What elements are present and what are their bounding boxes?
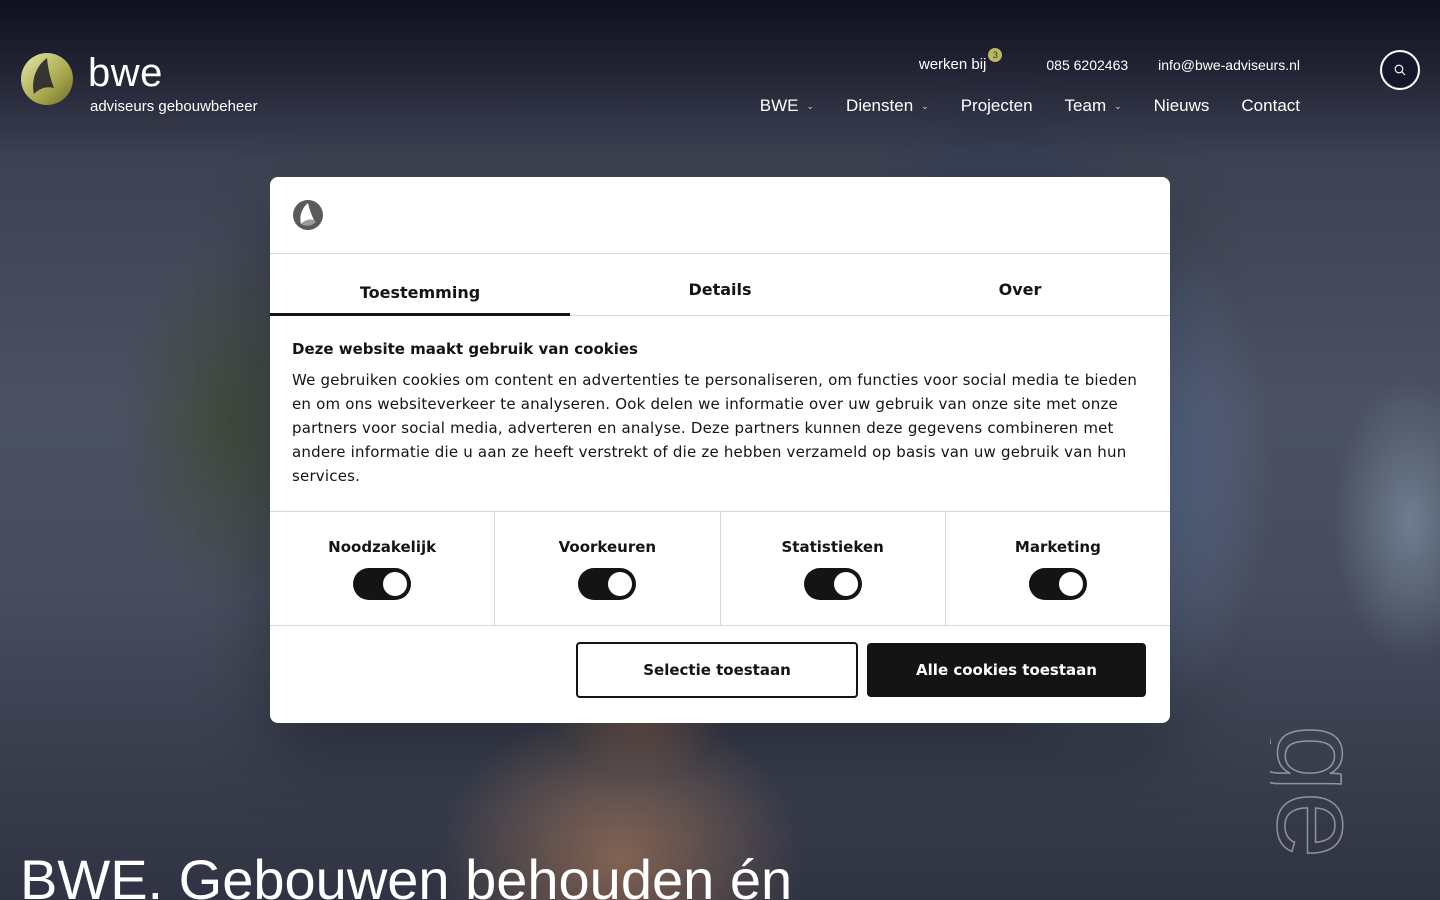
toggle-label: Marketing — [1014, 538, 1101, 556]
hero-vertical-text: ge — [1270, 720, 1420, 900]
dialog-tabs: Toestemming Details Over — [270, 254, 1170, 316]
logo-mark-icon — [21, 53, 73, 105]
toggle-knob — [383, 572, 408, 596]
toggle-knob — [608, 572, 633, 596]
dialog-body: Deze website maakt gebruik van cookies W… — [270, 316, 1170, 512]
tab-over[interactable]: Over — [870, 254, 1170, 315]
nav-item-label: Diensten — [846, 96, 914, 115]
brand-name: bwe — [88, 51, 163, 95]
toggle-statistieken[interactable] — [803, 568, 862, 600]
allow-selection-button[interactable]: Selectie toestaan — [576, 642, 858, 698]
phone-link[interactable]: 085 6202463 — [1046, 57, 1128, 73]
dialog-header — [270, 177, 1170, 254]
consent-toggles: Noodzakelijk Voorkeuren Statistieken Mar… — [270, 512, 1170, 626]
main-navigation: BWE ⌄ Diensten ⌄ Projecten Team ⌄ Nieuws… — [728, 96, 1300, 116]
nav-item-contact[interactable]: Contact — [1241, 96, 1300, 116]
allow-all-cookies-button[interactable]: Alle cookies toestaan — [867, 643, 1146, 697]
search-button[interactable] — [1380, 50, 1420, 90]
nav-item-label: BWE — [759, 96, 799, 115]
dialog-title: Deze website maakt gebruik van cookies — [292, 340, 638, 358]
chevron-down-icon: ⌄ — [1114, 100, 1122, 111]
nav-item-label: Team — [1064, 96, 1107, 115]
cookiebot-logo-icon — [293, 200, 323, 230]
nav-item-label: Nieuws — [1153, 96, 1210, 115]
toggle-voorkeuren[interactable] — [578, 568, 637, 600]
nav-item-nieuws[interactable]: Nieuws — [1154, 96, 1210, 116]
hero-vertical-text-glyphs: ge — [1270, 725, 1386, 858]
toggle-label: Voorkeuren — [558, 538, 657, 556]
email-link[interactable]: info@bwe-adviseurs.nl — [1158, 57, 1300, 73]
chevron-down-icon: ⌄ — [806, 100, 815, 111]
nav-item-bwe[interactable]: BWE ⌄ — [760, 96, 814, 116]
chevron-down-icon: ⌄ — [921, 100, 929, 111]
toggle-group-voorkeuren: Voorkeuren — [495, 512, 721, 625]
toggle-group-marketing: Marketing — [946, 512, 1170, 625]
nav-item-diensten[interactable]: Diensten ⌄ — [846, 96, 929, 116]
werken-bij-label: werken bij — [918, 56, 987, 73]
search-icon — [1394, 64, 1406, 76]
tab-toestemming[interactable]: Toestemming — [270, 254, 570, 316]
brand-tagline: adviseurs gebouwbeheer — [90, 98, 258, 115]
hero-title: BWE. Gebouwen behouden én — [20, 848, 793, 900]
nav-item-team[interactable]: Team ⌄ — [1065, 96, 1122, 116]
dialog-actions: Selectie toestaan Alle cookies toestaan — [270, 626, 1170, 722]
toggle-group-noodzakelijk: Noodzakelijk — [270, 512, 496, 625]
werken-bij-link[interactable]: werken bij 3 — [918, 48, 1003, 73]
toggle-knob — [833, 572, 858, 596]
nav-item-projecten[interactable]: Projecten — [961, 96, 1033, 116]
top-bar: werken bij 3 085 6202463 info@bwe-advise… — [918, 48, 1300, 73]
dialog-description: We gebruiken cookies om content en adver… — [292, 371, 1138, 485]
nav-item-label: Projecten — [960, 96, 1033, 115]
nav-item-label: Contact — [1241, 96, 1300, 115]
brand-logo[interactable]: bwe adviseurs gebouwbeheer — [20, 52, 258, 116]
toggle-marketing[interactable] — [1028, 568, 1087, 600]
toggle-group-statistieken: Statistieken — [721, 512, 946, 625]
toggle-knob — [1058, 572, 1083, 596]
toggle-label: Noodzakelijk — [328, 538, 437, 556]
cookie-consent-dialog: Toestemming Details Over Deze website ma… — [270, 177, 1170, 723]
toggle-label: Statistieken — [781, 538, 884, 556]
vacancy-count-badge: 3 — [988, 48, 1003, 62]
tab-details[interactable]: Details — [570, 254, 870, 315]
toggle-noodzakelijk[interactable] — [353, 568, 412, 600]
